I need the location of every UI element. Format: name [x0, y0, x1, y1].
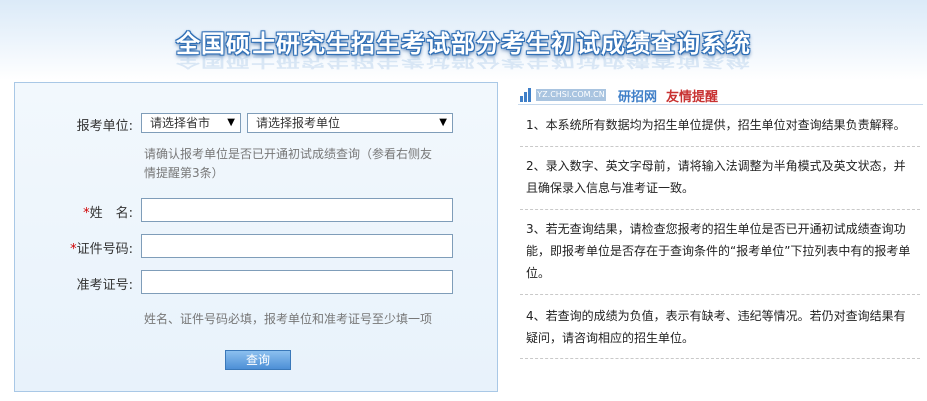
query-form-panel: 报考单位: 请选择省市 ▼ 请选择报考单位 ▼ 请确认报考单位是否已开通初试成绩…	[14, 82, 498, 392]
id-label-text: 证件号码:	[76, 242, 133, 257]
divider	[520, 209, 920, 210]
unit-hint-line1: 请确认报考单位是否已开通初试成绩查询（参看右侧友	[144, 147, 433, 161]
required-fields-hint: 姓名、证件号码必填，报考单位和准考证号至少填一项	[144, 312, 433, 326]
tips-panel: YZ.CHSI.COM.CN 研招网 友情提醒 1、本系统所有数据均为招生单位提…	[518, 82, 923, 392]
divider	[520, 358, 920, 359]
page-header: 全国硕士研究生招生考试部分考生初试成绩查询系统 全国硕士研究生招生考试部分考生初…	[0, 0, 927, 80]
id-number-input[interactable]	[141, 234, 453, 258]
tips-title-site: 研招网	[618, 90, 658, 105]
tip-item-3: 3、若无查询结果，请检查您报考的招生单位是否已开通初试成绩查询功能，即报考单位是…	[526, 222, 911, 280]
bar-chart-icon	[520, 88, 534, 102]
id-label: *证件号码:	[15, 238, 133, 257]
page-title-reflection: 全国硕士研究生招生考试部分考生初试成绩查询系统	[176, 53, 751, 71]
tip-item-1: 1、本系统所有数据均为招生单位提供，招生单位对查询结果负责解释。	[526, 118, 906, 132]
unit-select-value: 请选择报考单位	[256, 116, 341, 130]
province-select[interactable]: 请选择省市 ▼	[141, 113, 241, 133]
unit-label: 报考单位:	[76, 119, 133, 134]
unit-hint-line2: 情提醒第3条）	[144, 166, 224, 180]
divider	[520, 294, 920, 295]
chevron-down-icon: ▼	[227, 117, 235, 128]
site-badge: YZ.CHSI.COM.CN	[536, 89, 606, 101]
tips-header: YZ.CHSI.COM.CN 研招网 友情提醒	[518, 82, 923, 105]
name-label: *姓 名:	[15, 202, 133, 221]
name-input[interactable]	[141, 198, 453, 222]
tips-title: 友情提醒	[666, 90, 719, 105]
unit-hint: 请确认报考单位是否已开通初试成绩查询（参看右侧友 情提醒第3条）	[144, 145, 432, 183]
query-button[interactable]: 查询	[225, 350, 291, 370]
province-select-value: 请选择省市	[150, 116, 211, 130]
tip-item-4: 4、若查询的成绩为负值，表示有缺考、违纪等情况。若仍对查询结果有疑问，请咨询相应…	[526, 309, 906, 345]
ticket-number-input[interactable]	[141, 270, 453, 294]
tip-item-2: 2、录入数字、英文字母前，请将输入法调整为半角模式及英文状态，并且确保录入信息与…	[526, 159, 906, 195]
chevron-down-icon: ▼	[439, 117, 447, 128]
divider	[520, 146, 920, 147]
ticket-label: 准考证号:	[76, 278, 133, 293]
unit-select[interactable]: 请选择报考单位 ▼	[247, 113, 453, 133]
name-label-text: 姓 名:	[89, 206, 133, 221]
